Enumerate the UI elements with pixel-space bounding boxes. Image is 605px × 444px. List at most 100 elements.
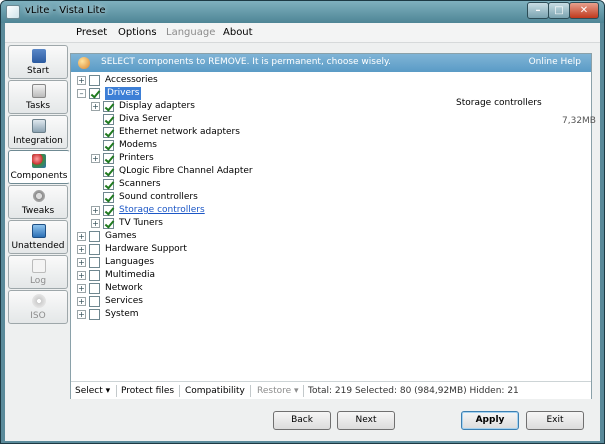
- window-title: vLite - Vista Lite: [25, 5, 106, 16]
- collapse-icon[interactable]: –: [77, 89, 86, 98]
- expand-icon[interactable]: +: [77, 284, 86, 293]
- online-help-link[interactable]: Online Help: [529, 57, 581, 67]
- expand-icon[interactable]: +: [91, 102, 100, 111]
- sidebar-item-unattended[interactable]: Unattended: [8, 220, 68, 254]
- sidebar-item-start[interactable]: Start: [8, 45, 68, 79]
- expand-icon[interactable]: +: [91, 154, 100, 163]
- sidebar-item-label: Start: [27, 66, 49, 76]
- app-icon: [6, 5, 20, 19]
- expand-icon[interactable]: +: [77, 232, 86, 241]
- expand-icon[interactable]: +: [91, 206, 100, 215]
- sidebar-item-log[interactable]: Log: [8, 255, 68, 289]
- separator: [116, 385, 117, 397]
- banner: SELECT components to REMOVE. It is perma…: [71, 54, 591, 72]
- title-bar: vLite - Vista Lite – □ ✕: [1, 1, 604, 23]
- log-icon: [32, 259, 46, 273]
- components-icon: [32, 154, 46, 168]
- back-button[interactable]: Back: [273, 411, 331, 430]
- sidebar-item-components[interactable]: Components: [8, 150, 70, 184]
- tree-checkbox[interactable]: [89, 75, 100, 86]
- menu-options[interactable]: Options: [118, 27, 157, 38]
- tree-label: Modems: [119, 140, 157, 150]
- menu-language[interactable]: Language: [166, 27, 215, 38]
- gear-icon: [32, 189, 46, 203]
- expand-icon[interactable]: +: [77, 76, 86, 85]
- separator: [179, 385, 180, 397]
- tree-label: QLogic Fibre Channel Adapter: [119, 166, 253, 176]
- tree-checkbox[interactable]: [103, 179, 114, 190]
- minimize-button[interactable]: –: [527, 2, 549, 19]
- tree-label: Scanners: [119, 179, 161, 189]
- tree-checkbox[interactable]: [103, 114, 114, 125]
- tree-checkbox[interactable]: [89, 88, 100, 99]
- sidebar-item-integration[interactable]: Integration: [8, 115, 68, 149]
- detail-title: Storage controllers: [456, 98, 542, 108]
- disc-icon: [32, 294, 46, 308]
- banner-text: SELECT components to REMOVE. It is perma…: [101, 57, 391, 67]
- app-window: vLite - Vista Lite – □ ✕ Preset Options …: [0, 0, 605, 444]
- compatibility-button[interactable]: Compatibility: [185, 386, 245, 396]
- restore-dropdown[interactable]: Restore ▾: [257, 386, 299, 396]
- tree-checkbox[interactable]: [103, 205, 114, 216]
- tree-checkbox[interactable]: [89, 231, 100, 242]
- tree-checkbox[interactable]: [103, 218, 114, 229]
- sidebar-item-label: Log: [29, 276, 47, 286]
- tree-label: Diva Server: [119, 114, 172, 124]
- sidebar-item-label: ISO: [30, 311, 46, 321]
- expand-icon[interactable]: +: [77, 245, 86, 254]
- tree-label: TV Tuners: [119, 218, 163, 228]
- unattended-icon: [32, 224, 46, 238]
- expand-icon[interactable]: +: [77, 271, 86, 280]
- menu-preset[interactable]: Preset: [76, 27, 107, 38]
- components-icon: [78, 57, 90, 69]
- component-stats: Total: 219 Selected: 80 (984,92MB) Hidde…: [308, 386, 519, 396]
- tree-label: Network: [105, 283, 143, 293]
- sidebar-item-label: Tasks: [25, 101, 51, 111]
- tree-checkbox[interactable]: [89, 283, 100, 294]
- tree-checkbox[interactable]: [89, 257, 100, 268]
- tree-checkbox[interactable]: [89, 309, 100, 320]
- client-area: Preset Options Language About Start Task…: [5, 23, 600, 441]
- sidebar: Start Tasks Integration Components Tweak…: [8, 45, 70, 345]
- tree-checkbox[interactable]: [103, 153, 114, 164]
- exit-button[interactable]: Exit: [526, 411, 584, 430]
- menu-bar: Preset Options Language About: [5, 23, 600, 43]
- tree-checkbox[interactable]: [89, 244, 100, 255]
- expand-icon[interactable]: +: [77, 258, 86, 267]
- sidebar-item-label: Components: [10, 171, 68, 181]
- expand-icon[interactable]: +: [77, 310, 86, 319]
- tree-label: Services: [105, 296, 143, 306]
- tree-label: Ethernet network adapters: [119, 127, 240, 137]
- tree-label: Languages: [105, 257, 155, 267]
- sidebar-item-label: Integration: [13, 136, 63, 146]
- tree-checkbox[interactable]: [89, 296, 100, 307]
- integration-icon: [32, 119, 46, 133]
- close-button[interactable]: ✕: [569, 2, 599, 19]
- tree-label: Accessories: [105, 75, 158, 85]
- sidebar-item-label: Unattended: [11, 241, 65, 251]
- select-dropdown[interactable]: Select ▾: [75, 386, 110, 396]
- expand-icon[interactable]: +: [77, 297, 86, 306]
- tree-label: Printers: [119, 153, 154, 163]
- menu-about[interactable]: About: [223, 27, 253, 38]
- sidebar-item-tasks[interactable]: Tasks: [8, 80, 68, 114]
- tree-label: Sound controllers: [119, 192, 198, 202]
- tree-checkbox[interactable]: [103, 192, 114, 203]
- maximize-button[interactable]: □: [548, 2, 570, 19]
- tree-checkbox[interactable]: [89, 270, 100, 281]
- components-panel: SELECT components to REMOVE. It is perma…: [70, 53, 596, 399]
- tree-label: System: [105, 309, 139, 319]
- tree-checkbox[interactable]: [103, 101, 114, 112]
- sidebar-item-label: Tweaks: [21, 206, 55, 216]
- tree-checkbox[interactable]: [103, 166, 114, 177]
- tree-checkbox[interactable]: [103, 140, 114, 151]
- sidebar-item-iso[interactable]: ISO: [8, 290, 68, 324]
- expand-icon[interactable]: +: [91, 219, 100, 228]
- tree-label: Drivers: [105, 87, 142, 100]
- tree-checkbox[interactable]: [103, 127, 114, 138]
- next-button[interactable]: Next: [337, 411, 395, 430]
- sidebar-item-tweaks[interactable]: Tweaks: [8, 185, 68, 219]
- start-icon: [32, 49, 46, 63]
- protect-files-button[interactable]: Protect files: [121, 386, 174, 396]
- apply-button[interactable]: Apply: [461, 411, 519, 430]
